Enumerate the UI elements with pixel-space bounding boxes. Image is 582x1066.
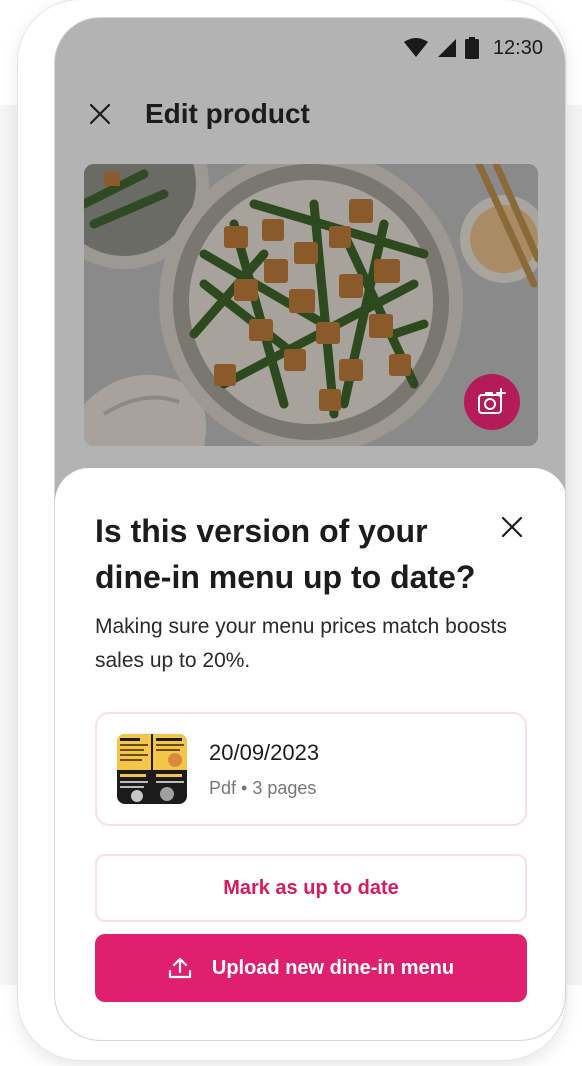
close-icon[interactable] <box>495 510 529 544</box>
change-photo-button[interactable] <box>464 374 520 430</box>
menu-file-date: 20/09/2023 <box>209 739 320 765</box>
bottom-sheet: Is this version of your dine-in menu up … <box>55 468 565 1040</box>
upload-new-menu-label: Upload new dine-in menu <box>211 956 455 979</box>
status-time: 12:30 <box>492 36 543 59</box>
mark-as-up-to-date-button[interactable]: Mark as up to date <box>95 854 527 922</box>
phone-frame: 12:30 Edit product Is this version of yo… <box>18 0 566 1060</box>
sheet-description: Making sure your menu prices match boost… <box>95 615 508 672</box>
menu-file-meta: Pdf • 3 pages <box>209 777 317 798</box>
page-title: Edit product <box>145 98 310 129</box>
status-bar: 12:30 <box>403 36 543 60</box>
upload-icon <box>168 957 191 979</box>
phone-screen: 12:30 Edit product Is this version of yo… <box>54 17 566 1041</box>
menu-thumbnail <box>117 734 187 804</box>
menu-file-info: 20/09/2023 Pdf • 3 pages <box>209 740 319 799</box>
top-app-bar: Edit product <box>83 96 310 132</box>
add-photo-icon <box>478 388 506 414</box>
wifi-icon <box>403 38 429 58</box>
sheet-title: Is this version of your dine-in menu up … <box>95 513 476 595</box>
close-icon[interactable] <box>83 97 117 131</box>
menu-file-card[interactable]: 20/09/2023 Pdf • 3 pages <box>95 712 527 826</box>
product-image <box>84 164 538 446</box>
upload-new-menu-button[interactable]: Upload new dine-in menu <box>95 934 527 1002</box>
cellular-signal-icon <box>437 38 457 58</box>
battery-icon <box>464 37 479 59</box>
